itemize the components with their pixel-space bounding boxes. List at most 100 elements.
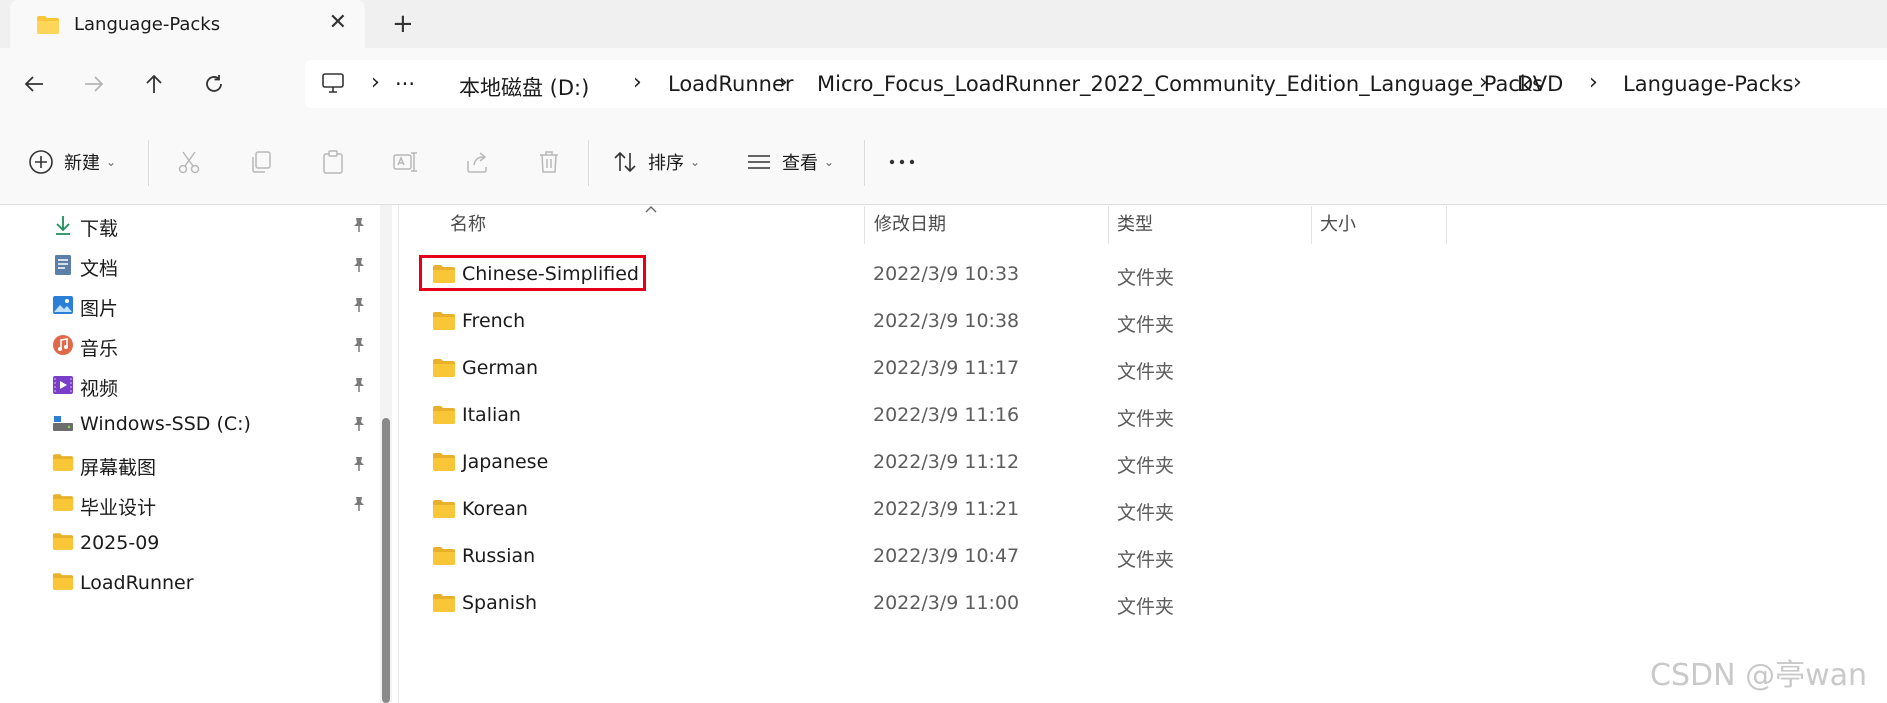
- pin-icon[interactable]: [352, 456, 366, 476]
- chevron-down-icon: ⌄: [824, 155, 835, 169]
- file-type: 文件夹: [1117, 549, 1175, 571]
- file-row[interactable]: Italian 2022/3/9 11:16 文件夹: [420, 394, 1880, 438]
- sidebar-item[interactable]: 视频: [0, 365, 380, 405]
- more-options-button[interactable]: [888, 142, 916, 182]
- download-icon: [52, 214, 74, 236]
- forward-button[interactable]: [78, 68, 110, 100]
- file-row[interactable]: Japanese 2022/3/9 11:12 文件夹: [420, 441, 1880, 485]
- file-type: 文件夹: [1117, 455, 1175, 477]
- file-row[interactable]: Korean 2022/3/9 11:21 文件夹: [420, 488, 1880, 532]
- sidebar-item-label: 毕业设计: [80, 497, 157, 519]
- annotation-highlight-box: [419, 255, 646, 291]
- address-bar[interactable]: › ··· 本地磁盘 (D:) › LoadRunner › Micro_Foc…: [305, 60, 1887, 108]
- folder-icon: [432, 405, 456, 429]
- new-button[interactable]: 新建 ⌄: [28, 142, 116, 182]
- breadcrumb-dvd[interactable]: DVD: [1517, 72, 1563, 96]
- share-button[interactable]: [464, 142, 490, 182]
- breadcrumb-chevron-icon[interactable]: ›: [1793, 70, 1802, 95]
- column-separator[interactable]: [1311, 206, 1312, 244]
- folder-icon: [36, 15, 60, 39]
- column-header-date-modified[interactable]: 修改日期: [874, 210, 946, 236]
- breadcrumb-more[interactable]: ···: [395, 72, 415, 96]
- sidebar-scrollbar-thumb[interactable]: [382, 418, 390, 703]
- chevron-down-icon: ⌄: [690, 155, 701, 169]
- music-icon: [52, 334, 74, 356]
- back-button[interactable]: [18, 68, 50, 100]
- sidebar-item[interactable]: Windows-SSD (C:): [0, 404, 380, 444]
- file-type: 文件夹: [1117, 502, 1175, 524]
- breadcrumb-drive-d[interactable]: 本地磁盘 (D:): [459, 72, 589, 102]
- column-separator[interactable]: [1446, 206, 1447, 244]
- pin-icon[interactable]: [352, 416, 366, 436]
- sidebar-item[interactable]: 音乐: [0, 325, 380, 365]
- file-row[interactable]: French 2022/3/9 10:38 文件夹: [420, 300, 1880, 344]
- pin-icon[interactable]: [352, 337, 366, 357]
- sort-button[interactable]: 排序 ⌄: [612, 142, 700, 182]
- copy-button[interactable]: [248, 142, 274, 182]
- file-row[interactable]: Spanish 2022/3/9 11:00 文件夹: [420, 582, 1880, 626]
- trash-icon: [540, 151, 558, 173]
- file-row[interactable]: Russian 2022/3/9 10:47 文件夹: [420, 535, 1880, 579]
- this-pc-icon[interactable]: [321, 72, 345, 98]
- pin-icon[interactable]: [352, 297, 366, 317]
- sidebar-item-label: 2025-09: [80, 532, 160, 554]
- folder-icon: [432, 499, 456, 523]
- drive-icon: [52, 413, 74, 435]
- file-type: 文件夹: [1117, 267, 1175, 289]
- tab-strip: Language-Packs ✕ +: [0, 0, 1887, 48]
- column-separator[interactable]: [1108, 206, 1109, 244]
- breadcrumb-chevron-icon[interactable]: ›: [1589, 70, 1598, 95]
- sidebar-item[interactable]: 图片: [0, 285, 380, 325]
- pane-divider[interactable]: [398, 205, 399, 703]
- pin-icon[interactable]: [352, 496, 366, 516]
- up-button[interactable]: [138, 68, 170, 100]
- file-type: 文件夹: [1117, 361, 1175, 383]
- column-header-name[interactable]: 名称: [450, 210, 486, 236]
- arrow-right-icon: [85, 76, 104, 92]
- refresh-button[interactable]: [198, 68, 230, 100]
- clipboard-icon: [323, 150, 343, 174]
- breadcrumb-chevron-icon[interactable]: ›: [371, 70, 380, 95]
- pin-icon[interactable]: [352, 377, 366, 397]
- sidebar-item-label: LoadRunner: [80, 572, 194, 594]
- plus-circle-icon: [29, 150, 53, 174]
- delete-button[interactable]: [536, 142, 562, 182]
- sidebar-item-label: Windows-SSD (C:): [80, 413, 251, 435]
- file-date-modified: 2022/3/9 11:12: [873, 451, 1020, 473]
- file-name: Korean: [462, 498, 528, 520]
- folder-icon: [52, 532, 74, 554]
- pin-icon[interactable]: [352, 257, 366, 277]
- documents-icon: [52, 254, 74, 276]
- sidebar-item[interactable]: 2025-09: [0, 523, 380, 563]
- file-type: 文件夹: [1117, 596, 1175, 618]
- breadcrumb-loadrunner[interactable]: LoadRunner: [668, 72, 794, 96]
- breadcrumb-chevron-icon[interactable]: ›: [1479, 70, 1488, 95]
- column-header-type[interactable]: 类型: [1117, 210, 1153, 236]
- file-name: German: [462, 357, 539, 379]
- tab-language-packs[interactable]: Language-Packs ✕: [10, 0, 365, 48]
- column-header-size[interactable]: 大小: [1320, 210, 1356, 236]
- sidebar-item[interactable]: 下载: [0, 205, 380, 245]
- breadcrumb-chevron-icon[interactable]: ›: [633, 70, 642, 95]
- breadcrumb-language-packs[interactable]: Language-Packs: [1623, 72, 1793, 96]
- file-date-modified: 2022/3/9 10:38: [873, 310, 1020, 332]
- sidebar-item[interactable]: 屏幕截图: [0, 444, 380, 484]
- column-separator[interactable]: [864, 206, 865, 244]
- rename-icon: [393, 152, 417, 172]
- file-row[interactable]: German 2022/3/9 11:17 文件夹: [420, 347, 1880, 391]
- sort-icon: [614, 151, 636, 173]
- sidebar-item[interactable]: LoadRunner: [0, 563, 380, 603]
- close-tab-icon[interactable]: ✕: [329, 10, 347, 35]
- watermark: CSDN @亭wan: [1650, 658, 1868, 693]
- cut-button[interactable]: [176, 142, 202, 182]
- breadcrumb-chevron-icon[interactable]: ›: [779, 70, 788, 95]
- breadcrumb-language-packs-root[interactable]: Micro_Focus_LoadRunner_2022_Community_Ed…: [817, 72, 1543, 96]
- sidebar-item[interactable]: 毕业设计: [0, 484, 380, 524]
- file-name: French: [462, 310, 526, 332]
- sidebar-item[interactable]: 文档: [0, 245, 380, 285]
- view-button[interactable]: 查看 ⌄: [746, 142, 834, 182]
- paste-button[interactable]: [320, 142, 346, 182]
- rename-button[interactable]: [392, 142, 418, 182]
- new-tab-button[interactable]: +: [392, 9, 414, 39]
- pin-icon[interactable]: [352, 217, 366, 237]
